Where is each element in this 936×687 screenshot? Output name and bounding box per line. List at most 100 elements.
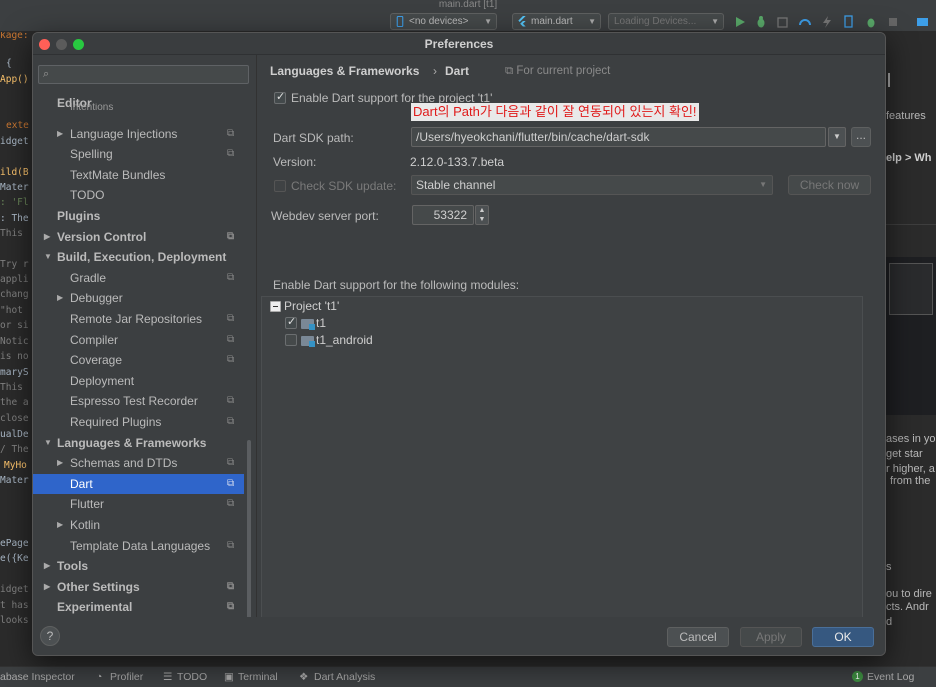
debug-icon[interactable] [754, 15, 768, 29]
breadcrumb-current: Dart [445, 64, 470, 78]
expanded-arrow-icon[interactable]: ▼ [44, 247, 52, 267]
profiler-icon: ◔ [96, 671, 103, 683]
help-text-fragment: r higher, a [886, 463, 935, 475]
sidebar-item-label: Debugger [70, 291, 123, 306]
sidebar-item-espresso-test-recorder[interactable]: Espresso Test Recorder ⧉ [33, 391, 244, 411]
project-scope-icon: ⧉ [227, 333, 235, 345]
sidebar-item-gradle[interactable]: Gradle ⧉ [33, 268, 244, 288]
help-button[interactable]: ? [40, 626, 60, 646]
right-panel-fragment: features elp > Wh ases in yo get star r high… [886, 32, 936, 666]
sidebar-item-debugger[interactable]: ▶ Debugger [33, 288, 244, 308]
collapsed-arrow-icon[interactable]: ▶ [44, 577, 50, 597]
collapsed-arrow-icon[interactable]: ▶ [44, 556, 50, 576]
event-log-tab[interactable]: Event Log [867, 671, 914, 683]
chevron-down-icon: ▼ [484, 17, 492, 26]
attach-debugger-icon[interactable] [842, 15, 856, 29]
sidebar-item-version-control[interactable]: ▶ Version Control ⧉ [33, 227, 244, 247]
collapsed-arrow-icon[interactable]: ▶ [57, 453, 63, 473]
help-text-fragment: elp > Wh [886, 152, 932, 164]
sidebar-item-build-execution-deployment[interactable]: ▼ Build, Execution, Deployment [33, 247, 244, 267]
sidebar-item-label: Other Settings [57, 579, 140, 594]
device-selector-label: <no devices> [409, 16, 469, 27]
sdk-browse-button[interactable]: ... [851, 127, 871, 147]
collapse-project-icon[interactable] [270, 301, 281, 312]
stop-icon[interactable] [886, 15, 900, 29]
project-scope-icon: ⧉ [227, 271, 235, 283]
hot-reload-icon[interactable] [820, 15, 834, 29]
update-channel-select[interactable]: Stable channel ▼ [411, 175, 773, 195]
sidebar-item-plugins[interactable]: Plugins [33, 206, 244, 226]
collapsed-arrow-icon[interactable]: ▶ [57, 515, 63, 535]
preferences-dialog: Preferences ⌕ Editor Intentions ▶ Language … [32, 32, 886, 656]
sidebar-scrollbar[interactable] [247, 440, 251, 617]
collapsed-arrow-icon[interactable]: ▶ [44, 227, 50, 247]
device-selector[interactable]: <no devices> ▼ [390, 13, 497, 30]
version-value: 2.12.0-133.7.beta [410, 155, 505, 169]
for-current-project-label: For current project [516, 65, 611, 77]
sdk-path-dropdown[interactable]: ▼ [828, 127, 846, 147]
database-inspector-tab[interactable]: abase Inspector [0, 671, 75, 683]
project-node-label: Project 't1' [284, 299, 340, 313]
collapsed-arrow-icon[interactable]: ▶ [57, 288, 63, 308]
run-config-selector[interactable]: main.dart ▼ [512, 13, 601, 30]
sidebar-item-textmate-bundles[interactable]: TextMate Bundles [33, 165, 244, 185]
sidebar-item-intentions[interactable]: Intentions [33, 103, 244, 111]
sidebar-item-experimental[interactable]: Experimental ⧉ [33, 597, 244, 615]
sidebar-item-language-injections[interactable]: ▶ Language Injections ⧉ [33, 124, 244, 144]
breadcrumb-parent[interactable]: Languages & Frameworks [270, 64, 419, 78]
sidebar-item-required-plugins[interactable]: Required Plugins ⧉ [33, 412, 244, 432]
webdev-port-input[interactable]: 53322 [412, 205, 474, 225]
breadcrumb-separator: › [433, 64, 437, 78]
apply-button[interactable]: Apply [740, 627, 802, 647]
sidebar-item-other-settings[interactable]: ▶ Other Settings ⧉ [33, 577, 244, 597]
sidebar-item-schemas-and-dtds[interactable]: ▶ Schemas and DTDs ⧉ [33, 453, 244, 473]
sidebar-item-dart[interactable]: Dart ⧉ [33, 473, 244, 494]
project-scope-icon: ⧉ [227, 148, 235, 160]
sidebar-item-coverage[interactable]: Coverage ⧉ [33, 350, 244, 370]
project-scope-icon: ⧉ [227, 539, 235, 551]
profile-icon[interactable] [798, 15, 812, 29]
coverage-icon[interactable] [776, 15, 790, 29]
sidebar-item-languages-frameworks[interactable]: ▼ Languages & Frameworks [33, 433, 244, 453]
todo-tab[interactable]: TODO [177, 671, 207, 683]
project-scope-icon: ⧉ [227, 416, 235, 427]
sdk-manager-icon[interactable] [916, 15, 930, 29]
sidebar-item-remote-jar-repositories[interactable]: Remote Jar Repositories ⧉ [33, 309, 244, 329]
bug-sync-icon[interactable] [864, 15, 878, 29]
ok-button[interactable]: OK [812, 627, 874, 647]
module-t1-android-checkbox[interactable] [285, 334, 297, 346]
help-text-fragment: from the [890, 475, 931, 487]
profiler-tab[interactable]: Profiler [110, 671, 143, 683]
sidebar-item-label: TODO [70, 188, 105, 203]
chevron-down-icon: ▼ [711, 17, 719, 26]
module-t1-android-label: t1_android [316, 333, 373, 347]
collapsed-arrow-icon[interactable]: ▶ [57, 124, 63, 144]
webdev-port-spinner[interactable]: ▲ ▼ [475, 205, 489, 225]
sidebar-item-label: Gradle [70, 270, 107, 285]
sidebar-item-spelling[interactable]: Spelling ⧉ [33, 144, 244, 164]
code-line: idget [0, 136, 29, 147]
check-now-button[interactable]: Check now [788, 175, 871, 195]
divider [886, 224, 936, 225]
expanded-arrow-icon[interactable]: ▼ [44, 433, 52, 453]
enable-dart-checkbox[interactable] [274, 90, 286, 104]
settings-search-input[interactable]: ⌕ [38, 65, 249, 84]
loading-devices-selector[interactable]: Loading Devices... ▼ [608, 13, 724, 30]
sidebar-item-compiler[interactable]: Compiler ⧉ [33, 330, 244, 350]
terminal-tab[interactable]: Terminal [238, 671, 278, 683]
sidebar-item-deployment[interactable]: Deployment [33, 371, 244, 391]
run-icon[interactable] [733, 15, 747, 29]
code-line: kage: [0, 32, 29, 41]
sidebar-item-label: Flutter [70, 497, 105, 512]
sidebar-item-kotlin[interactable]: ▶ Kotlin [33, 515, 244, 535]
module-t1-checkbox[interactable] [285, 315, 297, 329]
sidebar-item-todo[interactable]: TODO [33, 185, 244, 205]
check-sdk-update-checkbox[interactable] [274, 180, 286, 192]
sidebar-item-template-data-languages[interactable]: Template Data Languages ⧉ [33, 536, 244, 556]
sidebar-item-tools[interactable]: ▶ Tools [33, 556, 244, 576]
sidebar-item-label: Languages & Frameworks [57, 435, 207, 450]
cancel-button[interactable]: Cancel [667, 627, 729, 647]
sidebar-item-flutter[interactable]: Flutter ⧉ [33, 494, 244, 514]
sdk-path-input[interactable]: /Users/hyeokchani/flutter/bin/cache/dart… [411, 127, 826, 147]
dart-analysis-tab[interactable]: Dart Analysis [314, 671, 375, 683]
